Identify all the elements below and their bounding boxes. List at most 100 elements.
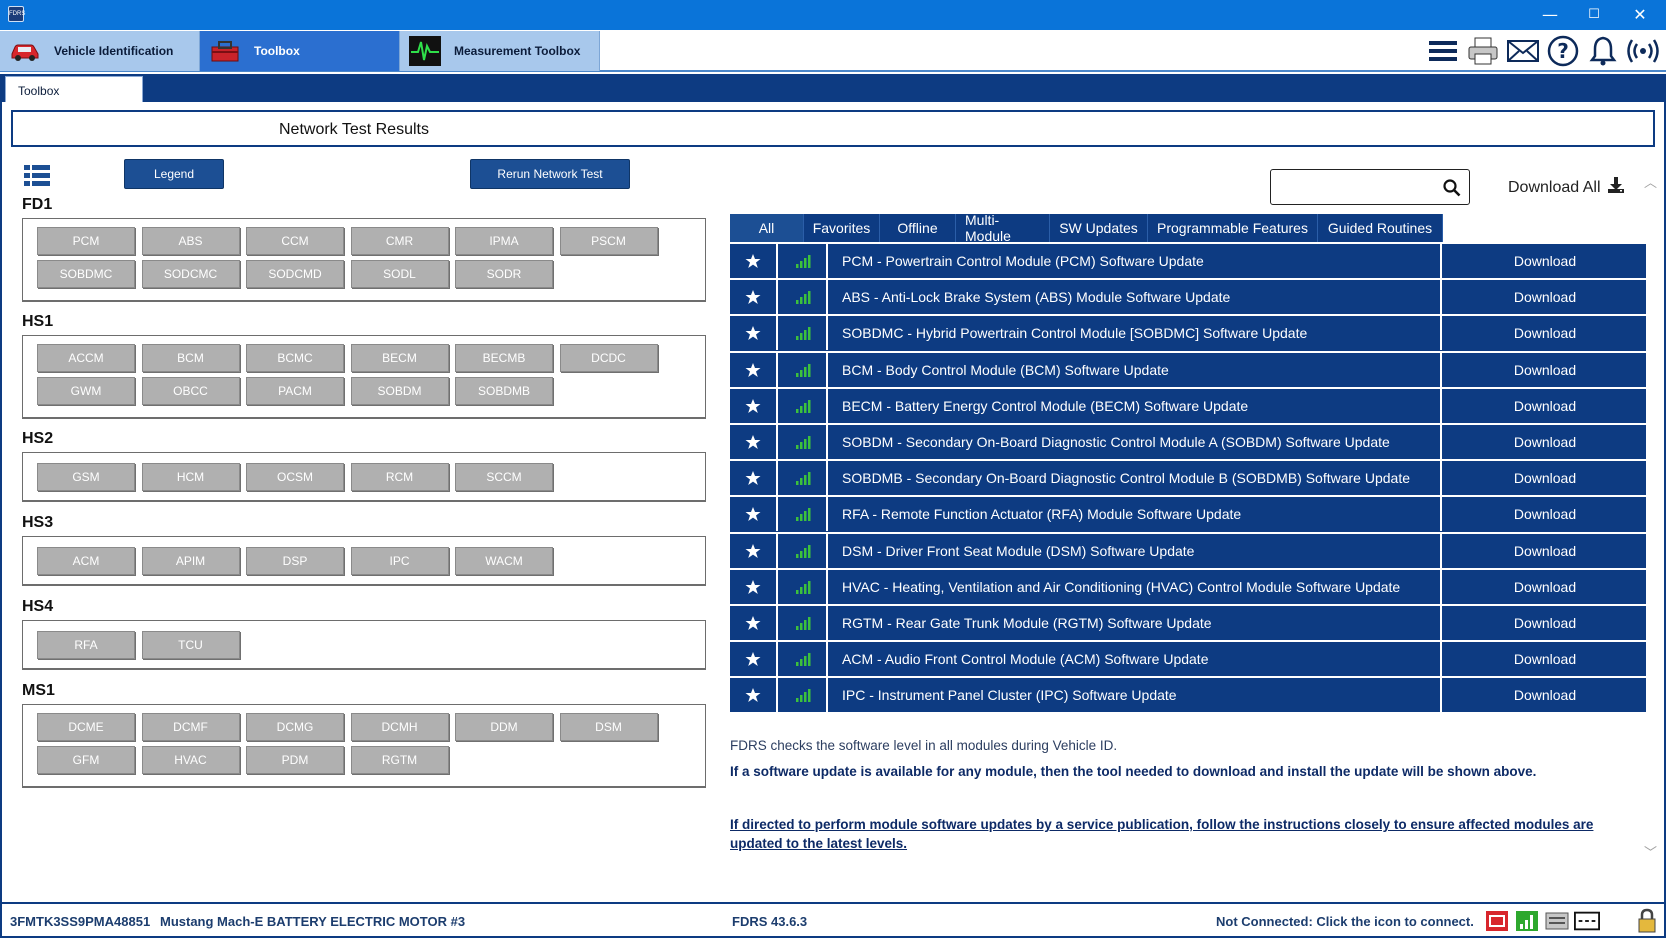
download-button[interactable]: Download [1444, 606, 1646, 640]
favorite-star-icon[interactable] [730, 497, 778, 532]
module-button-hcm[interactable]: HCM [141, 463, 240, 491]
module-button-pdm[interactable]: PDM [246, 746, 344, 774]
download-all-button[interactable]: Download All [1508, 176, 1625, 199]
download-button[interactable]: Download [1444, 316, 1646, 350]
download-button[interactable]: Download [1444, 353, 1646, 387]
module-button-rcm[interactable]: RCM [350, 463, 449, 491]
favorite-star-icon[interactable] [730, 605, 778, 640]
tab-toolbox-sub[interactable]: Toolbox [5, 76, 143, 102]
update-name[interactable]: ABS - Anti-Lock Brake System (ABS) Modul… [830, 280, 1442, 315]
module-button-pcm[interactable]: PCM [37, 227, 135, 255]
module-button-sodcmc[interactable]: SODCMC [141, 260, 240, 288]
module-button-bcm[interactable]: BCM [141, 344, 240, 372]
module-button-sccm[interactable]: SCCM [455, 463, 553, 491]
menu-icon[interactable] [1426, 34, 1460, 68]
module-button-sobdmb[interactable]: SOBDMB [455, 377, 553, 405]
module-button-gfm[interactable]: GFM [37, 746, 135, 774]
download-button[interactable]: Download [1444, 280, 1646, 314]
help-icon[interactable]: ? [1546, 34, 1580, 68]
module-button-ddm[interactable]: DDM [455, 713, 553, 741]
maximize-button[interactable]: ☐ [1574, 4, 1614, 26]
module-button-ipc[interactable]: IPC [350, 547, 449, 575]
module-button-dcme[interactable]: DCME [37, 713, 135, 741]
close-button[interactable]: ✕ [1620, 4, 1660, 26]
module-button-obcc[interactable]: OBCC [141, 377, 240, 405]
update-name[interactable]: SOBDMC - Hybrid Powertrain Control Modul… [830, 316, 1442, 351]
module-button-apim[interactable]: APIM [141, 547, 240, 575]
favorite-star-icon[interactable] [730, 642, 778, 677]
module-button-pacm[interactable]: PACM [246, 377, 344, 405]
update-name[interactable]: IPC - Instrument Panel Cluster (IPC) Sof… [830, 678, 1442, 713]
search-input[interactable] [1275, 174, 1435, 200]
update-name[interactable]: BCM - Body Control Module (BCM) Software… [830, 352, 1442, 387]
favorite-star-icon[interactable] [730, 352, 778, 387]
module-button-dsm[interactable]: DSM [559, 713, 658, 741]
tab-vehicle-identification[interactable]: Vehicle Identification [0, 31, 200, 71]
module-button-dcdc[interactable]: DCDC [559, 344, 658, 372]
favorite-star-icon[interactable] [730, 569, 778, 604]
favorite-star-icon[interactable] [730, 424, 778, 459]
update-name[interactable]: HVAC - Heating, Ventilation and Air Cond… [830, 569, 1442, 604]
filter-tab-all[interactable]: All [730, 214, 804, 242]
tab-toolbox[interactable]: Toolbox [200, 31, 400, 71]
module-button-abs[interactable]: ABS [141, 227, 240, 255]
module-button-pscm[interactable]: PSCM [559, 227, 658, 255]
download-button[interactable]: Download [1444, 389, 1646, 423]
download-button[interactable]: Download [1444, 534, 1646, 568]
wireless-icon[interactable] [1626, 34, 1660, 68]
download-button[interactable]: Download [1444, 642, 1646, 676]
update-name[interactable]: BECM - Battery Energy Control Module (BE… [830, 388, 1442, 423]
module-button-ccm[interactable]: CCM [246, 227, 344, 255]
download-button[interactable]: Download [1444, 497, 1646, 531]
update-name[interactable]: ACM - Audio Front Control Module (ACM) S… [830, 642, 1442, 677]
module-button-gwm[interactable]: GWM [37, 377, 135, 405]
download-button[interactable]: Download [1444, 461, 1646, 495]
module-button-sobdmc[interactable]: SOBDMC [37, 260, 135, 288]
module-button-accm[interactable]: ACCM [37, 344, 135, 372]
rerun-network-test-button[interactable]: Rerun Network Test [470, 159, 630, 189]
lock-icon[interactable] [1634, 908, 1660, 934]
module-button-dcmf[interactable]: DCMF [141, 713, 240, 741]
filter-tab-multi-module[interactable]: Multi-Module [956, 212, 1050, 244]
minimize-button[interactable]: — [1530, 4, 1570, 26]
favorite-star-icon[interactable] [730, 533, 778, 568]
module-button-tcu[interactable]: TCU [141, 631, 240, 659]
search-icon[interactable] [1443, 179, 1461, 197]
filter-tab-offline[interactable]: Offline [880, 214, 956, 242]
legend-button[interactable]: Legend [124, 159, 224, 189]
module-button-acm[interactable]: ACM [37, 547, 135, 575]
module-button-sodl[interactable]: SODL [350, 260, 449, 288]
module-button-sobdm[interactable]: SOBDM [350, 377, 449, 405]
printer-icon[interactable] [1466, 34, 1500, 68]
module-button-rfa[interactable]: RFA [37, 631, 135, 659]
update-name[interactable]: DSM - Driver Front Seat Module (DSM) Sof… [830, 533, 1442, 568]
module-button-bcmc[interactable]: BCMC [246, 344, 344, 372]
module-button-sodr[interactable]: SODR [455, 260, 553, 288]
download-button[interactable]: Download [1444, 678, 1646, 712]
list-view-icon[interactable] [24, 165, 50, 187]
favorite-star-icon[interactable] [730, 280, 778, 315]
module-button-dcmh[interactable]: DCMH [350, 713, 449, 741]
tab-measurement-toolbox[interactable]: Measurement Toolbox [400, 31, 600, 71]
scroll-up-arrow[interactable]: ︿ [1644, 172, 1657, 191]
module-button-hvac[interactable]: HVAC [141, 746, 240, 774]
filter-tab-sw-updates[interactable]: SW Updates [1050, 214, 1148, 242]
filter-tab-favorites[interactable]: Favorites [804, 214, 880, 242]
update-name[interactable]: SOBDMB - Secondary On-Board Diagnostic C… [830, 461, 1442, 496]
module-button-becmb[interactable]: BECMB [455, 344, 553, 372]
download-button[interactable]: Download [1444, 570, 1646, 604]
module-button-becm[interactable]: BECM [350, 344, 449, 372]
update-name[interactable]: RGTM - Rear Gate Trunk Module (RGTM) Sof… [830, 605, 1442, 640]
module-button-dsp[interactable]: DSP [246, 547, 344, 575]
service-publication-link[interactable]: If directed to perform module software u… [730, 815, 1635, 853]
module-button-rgtm[interactable]: RGTM [350, 746, 449, 774]
vci-connect-icon[interactable] [1484, 908, 1510, 934]
module-button-wacm[interactable]: WACM [455, 547, 553, 575]
download-button[interactable]: Download [1444, 425, 1646, 459]
module-button-sodcmd[interactable]: SODCMD [246, 260, 344, 288]
favorite-star-icon[interactable] [730, 388, 778, 423]
module-button-ipma[interactable]: IPMA [455, 227, 553, 255]
filter-tab-guided-routines[interactable]: Guided Routines [1318, 214, 1443, 242]
module-button-ocsm[interactable]: OCSM [246, 463, 344, 491]
favorite-star-icon[interactable] [730, 244, 778, 278]
